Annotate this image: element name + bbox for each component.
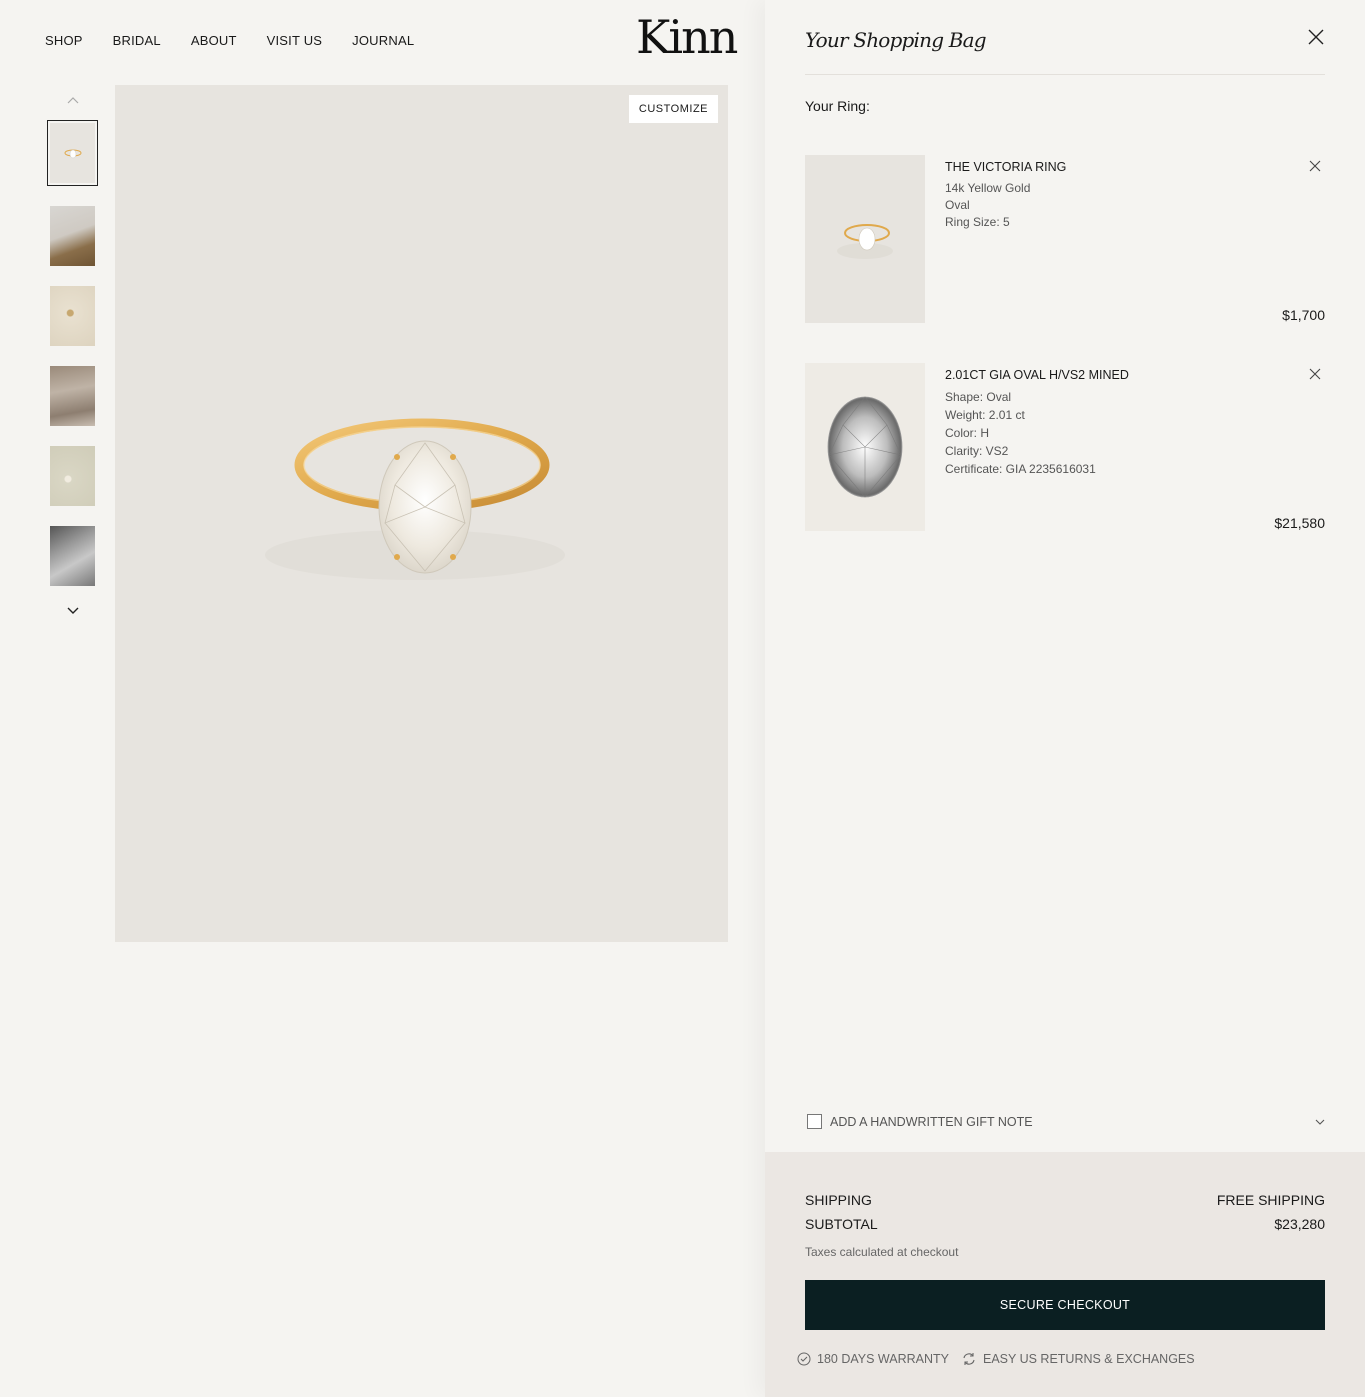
gift-note-label: ADD A HANDWRITTEN GIFT NOTE [830, 1114, 1033, 1129]
main-nav: SHOP BRIDAL ABOUT VISIT US JOURNAL [45, 33, 414, 48]
thumbnail-down-button[interactable] [47, 601, 99, 621]
nav-journal[interactable]: JOURNAL [352, 33, 414, 48]
warranty-label: 180 DAYS WARRANTY [817, 1352, 949, 1366]
shipping-value: FREE SHIPPING [1216, 1192, 1325, 1208]
customize-button[interactable]: CUSTOMIZE [628, 95, 718, 123]
check-circle-icon [797, 1352, 811, 1366]
item-title[interactable]: THE VICTORIA RING [945, 160, 1066, 174]
item-detail-color: Color: H [945, 426, 990, 440]
perks-row: 180 DAYS WARRANTY EASY US RETURNS & EXCH… [797, 1352, 1195, 1366]
thumbnail-up-button[interactable] [47, 90, 99, 110]
subtotal-row: SUBTOTAL $23,280 [805, 1216, 1325, 1232]
item-detail-clarity: Clarity: VS2 [945, 444, 1009, 458]
cart-item: 2.01CT GIA OVAL H/VS2 MINED Shape: Oval … [805, 363, 1325, 533]
item-price: $21,580 [1274, 515, 1325, 531]
drawer-header: Your Shopping Bag [805, 28, 1325, 75]
nav-bridal[interactable]: BRIDAL [113, 33, 161, 48]
item-detail-metal: 14k Yellow Gold [945, 181, 1031, 195]
gift-note-checkbox[interactable] [807, 1114, 822, 1129]
item-details: 14k Yellow Gold Oval Ring Size: 5 [945, 180, 1030, 231]
thumbnail-6[interactable] [50, 526, 95, 586]
section-heading: Your Ring: [805, 98, 870, 114]
close-icon[interactable] [1307, 28, 1325, 46]
chevron-up-icon [67, 97, 79, 104]
item-price: $1,700 [1282, 307, 1325, 323]
bag-summary: SHIPPING FREE SHIPPING SUBTOTAL $23,280 … [765, 1152, 1365, 1397]
ring-detail-thumbnail-image [50, 446, 95, 506]
tax-note: Taxes calculated at checkout [805, 1245, 959, 1259]
item-detail-size: Ring Size: 5 [945, 215, 1010, 229]
ring-thumbnail-image [50, 123, 95, 183]
warranty-perk: 180 DAYS WARRANTY [797, 1352, 949, 1366]
chevron-down-icon[interactable] [1315, 1119, 1325, 1125]
subtotal-value: $23,280 [1274, 1216, 1325, 1232]
gift-note-toggle[interactable]: ADD A HANDWRITTEN GIFT NOTE [807, 1114, 1325, 1129]
lifestyle-thumbnail-image [50, 206, 95, 266]
shopping-bag-drawer: Your Shopping Bag Your Ring: THE VICTORI… [765, 0, 1365, 1397]
thumbnail-5[interactable] [50, 446, 95, 506]
thumbnail-strip [47, 90, 99, 621]
nav-shop[interactable]: SHOP [45, 33, 83, 48]
cart-item: THE VICTORIA RING 14k Yellow Gold Oval R… [805, 155, 1325, 325]
item-detail-shape: Oval [945, 198, 970, 212]
item-detail-weight: Weight: 2.01 ct [945, 408, 1025, 422]
returns-perk: EASY US RETURNS & EXCHANGES [961, 1352, 1195, 1366]
returns-label: EASY US RETURNS & EXCHANGES [982, 1352, 1195, 1366]
ring-on-fabric-thumbnail-image [50, 286, 95, 346]
item-detail-shape: Shape: Oval [945, 390, 1012, 404]
bw-model-thumbnail-image [50, 526, 95, 586]
nav-about[interactable]: ABOUT [191, 33, 237, 48]
nav-visit-us[interactable]: VISIT US [267, 33, 323, 48]
item-details: Shape: Oval Weight: 2.01 ct Color: H Cla… [945, 388, 1096, 478]
drawer-title: Your Shopping Bag [805, 28, 987, 52]
brand-logo[interactable]: Kinn [636, 14, 738, 60]
model-thumbnail-image [50, 366, 95, 426]
shipping-row: SHIPPING FREE SHIPPING [805, 1192, 1325, 1208]
item-detail-certificate: Certificate: GIA 2235616031 [945, 462, 1096, 476]
ring-product-image [805, 155, 925, 323]
remove-item-icon[interactable] [1309, 368, 1321, 380]
subtotal-label: SUBTOTAL [805, 1216, 878, 1232]
thumbnail-1[interactable] [47, 120, 98, 186]
diamond-product-image [805, 363, 925, 531]
shipping-label: SHIPPING [805, 1192, 872, 1208]
refresh-icon [963, 1353, 975, 1365]
ring-illustration [265, 418, 565, 580]
thumbnail-3[interactable] [50, 286, 95, 346]
remove-item-icon[interactable] [1309, 160, 1321, 172]
product-hero-image: CUSTOMIZE [115, 85, 728, 942]
thumbnail-2[interactable] [50, 206, 95, 266]
secure-checkout-button[interactable]: SECURE CHECKOUT [805, 1280, 1325, 1330]
chevron-down-icon [67, 607, 79, 614]
thumbnail-4[interactable] [50, 366, 95, 426]
item-title[interactable]: 2.01CT GIA OVAL H/VS2 MINED [945, 368, 1129, 382]
